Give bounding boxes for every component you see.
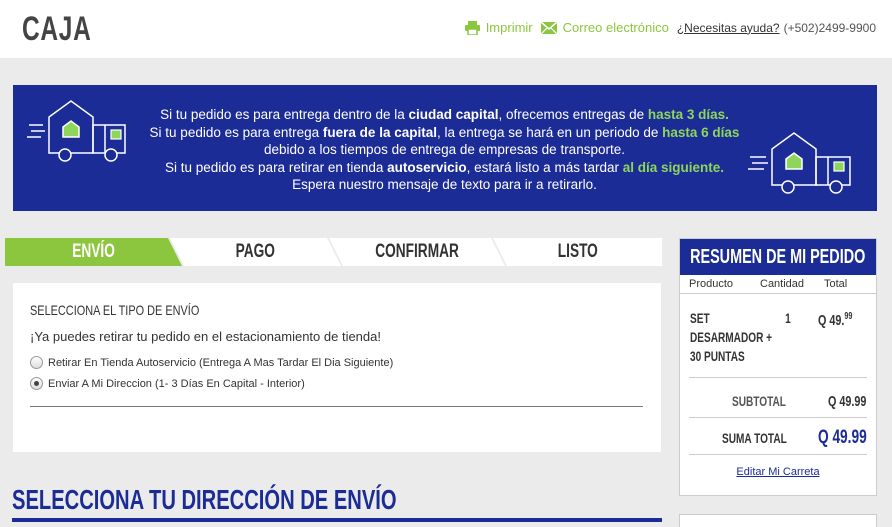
summary-header: RESUMEN DE MI PEDIDO [680,239,876,275]
item-qty: 1 [785,310,791,326]
divider [12,518,662,522]
divider [689,454,867,455]
delivery-info-banner: Si tu pedido es para entrega dentro de l… [13,85,877,211]
shipping-option-pickup[interactable]: Retirar En Tienda Autoservicio (Entrega … [30,356,393,369]
item-name: SET DESARMADOR + 30 PUNTAS [690,310,773,364]
banner-line-1: Si tu pedido es para entrega dentro de l… [160,107,729,122]
col-product: Producto [689,278,734,290]
total-value: Q 49.99 [818,427,867,448]
step-pago[interactable]: PAGO [170,238,341,266]
shipping-option-label: Enviar A Mi Direccion (1- 3 Días En Capi… [48,377,305,390]
banner-line-3: debido a los tiempos de entrega de empre… [264,142,625,157]
divider [689,377,867,378]
divider [30,406,643,407]
banner-line-2: Si tu pedido es para entrega fuera de la… [149,124,740,140]
shipping-type-title: SELECCIONA EL TIPO DE ENVÍO [30,302,200,318]
shipping-option-label: Retirar En Tienda Autoservicio (Entrega … [48,356,394,369]
subtotal-label: SUBTOTAL [732,393,786,409]
page-title: CAJA [22,10,92,48]
total-label: SUMA TOTAL [722,430,787,446]
subtotal-value: Q 49.99 [828,393,867,410]
step-listo[interactable]: LISTO [493,238,662,266]
print-label: Imprimir [485,20,533,35]
email-button[interactable]: Correo electrónico [540,20,669,35]
summary-columns: Producto Cantidad Total [680,275,876,294]
edit-cart-link[interactable]: Editar Mi Carreta [680,466,876,478]
order-summary: RESUMEN DE MI PEDIDO Producto Cantidad T… [679,238,877,496]
help-link[interactable]: ¿Necesitas ayuda? [677,21,780,35]
shipping-type-card: SELECCIONA EL TIPO DE ENVÍO ¡Ya puedes r… [13,283,661,452]
email-label: Correo electrónico [562,20,669,35]
banner-text: Si tu pedido es para entrega dentro de l… [113,106,776,194]
checkout-steps: ENVÍO PAGO CONFIRMAR LISTO [5,238,662,266]
pickup-message: ¡Ya puedes retirar tu pedido en el estac… [30,329,381,344]
phone-number: (+502)2499-9900 [783,20,876,35]
divider [689,417,867,418]
radio-pickup[interactable] [30,356,43,369]
truck-icon-right [748,132,851,194]
col-qty: Cantidad [760,278,805,290]
print-button[interactable]: Imprimir [464,20,533,35]
banner-line-4: Si tu pedido es para retirar en tienda a… [164,159,724,175]
header-actions: Imprimir Correo electrónico ¿Necesitas a… [464,20,876,35]
summary-secondary-box [679,514,877,527]
envelope-icon [540,21,557,34]
step-confirmar[interactable]: CONFIRMAR [329,238,505,266]
item-price: Q 49.99 [818,311,853,329]
banner-line-5: Espera nuestro mensaje de texto para ir … [292,177,597,192]
printer-icon [464,20,480,35]
address-section-title: SELECCIONA TU DIRECCIÓN DE ENVÍO [12,484,397,515]
radio-delivery[interactable] [30,377,43,390]
step-envio[interactable]: ENVÍO [5,238,182,266]
col-total: Total [824,278,848,290]
page-header: CAJA Imprimir Correo electrónico ¿Necesi… [0,0,892,58]
shipping-option-delivery[interactable]: Enviar A Mi Direccion (1- 3 Días En Capi… [30,377,305,390]
